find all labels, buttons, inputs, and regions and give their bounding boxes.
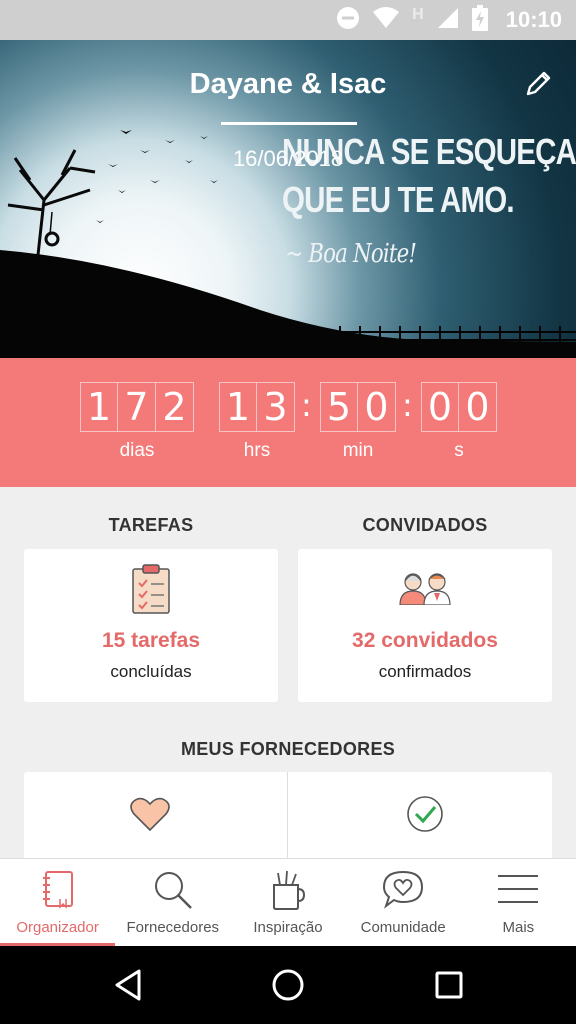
countdown-seconds: 0 0 <box>421 382 497 432</box>
back-triangle-icon <box>115 969 141 1001</box>
back-button[interactable] <box>113 968 143 1007</box>
tab-inspiracao[interactable]: Inspiração <box>230 859 345 946</box>
vendors-card <box>24 772 552 872</box>
tasks-card[interactable]: 15 tarefas concluídas <box>24 549 278 702</box>
guests-section-title: CONVIDADOS <box>362 515 488 535</box>
tab-label: Mais <box>502 919 535 936</box>
home-circle-icon <box>272 969 304 1001</box>
days-digit: 1 <box>80 382 118 432</box>
tab-mais[interactable]: Mais <box>461 859 576 946</box>
status-bar: H 10:10 <box>0 0 576 40</box>
seconds-digit: 0 <box>421 382 459 432</box>
minutes-digit: 0 <box>358 382 396 432</box>
quote-line-2: QUE EU TE AMO. <box>282 179 515 220</box>
home-button[interactable] <box>271 968 305 1007</box>
vendors-hired[interactable] <box>288 772 552 872</box>
search-icon <box>154 872 192 909</box>
guests-count: 32 convidados <box>352 629 498 652</box>
seconds-label: s <box>454 440 464 461</box>
seconds-digit: 0 <box>459 382 497 432</box>
days-digit: 2 <box>156 382 194 432</box>
bottom-tab-bar: Organizador Fornecedores Inspiração Comu… <box>0 858 576 946</box>
countdown-minutes: 5 0 <box>320 382 396 432</box>
hours-digit: 3 <box>257 382 295 432</box>
tab-label: Fornecedores <box>126 919 220 936</box>
quote-signature: ~ Boa Noite! <box>285 239 417 269</box>
days-digit: 7 <box>118 382 156 432</box>
countdown-separator: : <box>402 386 413 424</box>
status-time: 10:10 <box>505 7 562 32</box>
chat-heart-icon <box>383 870 424 909</box>
system-nav-bar <box>0 946 576 1024</box>
inspiration-icon <box>272 870 305 910</box>
check-circle-icon <box>407 796 443 832</box>
battery-charging-icon <box>471 4 488 36</box>
guests-icon <box>398 569 452 610</box>
heart-icon <box>130 797 170 832</box>
signal-icon <box>436 6 460 35</box>
menu-icon <box>498 875 539 903</box>
countdown-separator: : <box>301 386 312 424</box>
minutes-label: min <box>342 440 374 461</box>
notebook-icon <box>42 871 73 909</box>
tab-label: Inspiração <box>253 919 323 936</box>
minutes-digit: 5 <box>320 382 358 432</box>
tab-label: Comunidade <box>360 919 446 936</box>
hours-digit: 1 <box>219 382 257 432</box>
wedding-date: 16/06/2018 <box>232 146 344 171</box>
do-not-disturb-icon <box>336 6 360 35</box>
countdown-hours: 1 3 <box>219 382 295 432</box>
countdown-days: 1 7 2 <box>80 382 194 432</box>
edit-button[interactable] <box>524 68 554 98</box>
wifi-icon <box>372 6 400 35</box>
clipboard-icon <box>131 563 171 620</box>
tab-comunidade[interactable]: Comunidade <box>346 859 461 946</box>
vendors-favorites[interactable] <box>24 772 287 872</box>
tab-label: Organizador <box>16 919 99 936</box>
guests-status: confirmados <box>378 662 472 681</box>
tab-fornecedores[interactable]: Fornecedores <box>115 859 230 946</box>
hours-label: hrs <box>243 440 271 461</box>
vendors-section-title: MEUS FORNECEDORES <box>180 739 396 759</box>
tab-organizador[interactable]: Organizador <box>0 859 116 946</box>
countdown-panel: 1 7 2 1 3 : 5 0 : 0 0 dias hrs min s <box>0 358 576 487</box>
hero-banner: NUNCA SE ESQUEÇA QUE EU TE AMO. ~ Boa No… <box>0 40 576 358</box>
tasks-status: concluídas <box>110 662 192 681</box>
title-underline <box>221 122 357 125</box>
recents-square-icon <box>435 971 463 999</box>
couple-names: Dayane & Isac <box>189 68 387 100</box>
pencil-icon <box>526 71 551 96</box>
guests-card[interactable]: 32 convidados confirmados <box>298 549 552 702</box>
tasks-count: 15 tarefas <box>101 629 201 652</box>
tasks-section-title: TAREFAS <box>108 515 194 535</box>
days-label: dias <box>119 440 155 461</box>
network-type-label: H <box>412 6 424 23</box>
recents-button[interactable] <box>433 968 465 1007</box>
